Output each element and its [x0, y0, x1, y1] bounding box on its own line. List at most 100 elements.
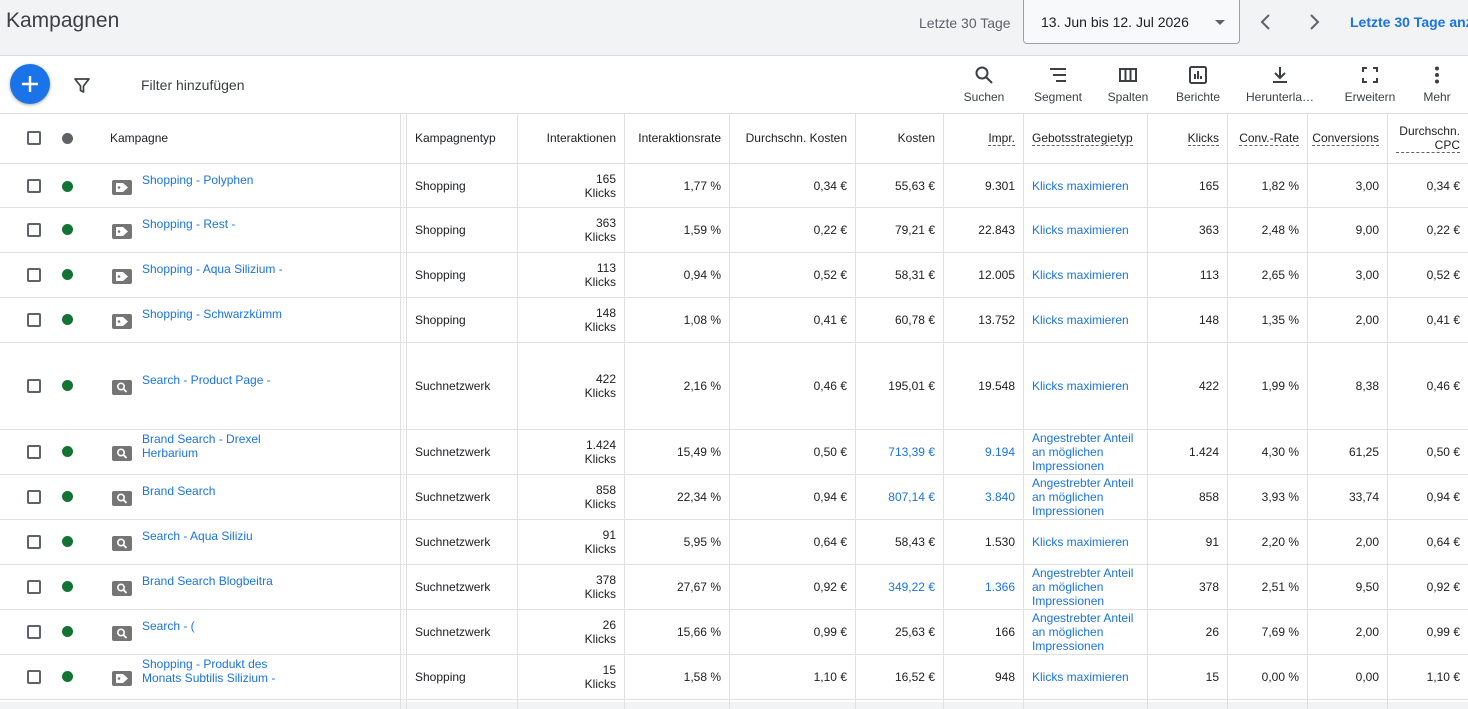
filter-icon[interactable]: [73, 76, 91, 94]
col-impressions[interactable]: Impr.: [944, 113, 1023, 163]
row-checkbox[interactable]: [27, 222, 41, 237]
col-interactions[interactable]: Interaktionen: [518, 113, 624, 163]
campaign-name-link[interactable]: Search - (: [142, 619, 282, 633]
next-period-button[interactable]: [1304, 12, 1324, 32]
bid-strategy-value[interactable]: Klicks maximieren: [1032, 179, 1129, 193]
col-cost[interactable]: Kosten: [856, 113, 943, 163]
row-checkbox[interactable]: [27, 669, 41, 684]
bid-strategy-value[interactable]: Angestrebter Anteil an möglichen Impress…: [1032, 566, 1139, 608]
date-range-picker[interactable]: 13. Jun bis 12. Jul 2026: [1023, 0, 1240, 44]
cell-bid-strategy[interactable]: Angestrebter Anteil an möglichen Impress…: [1024, 429, 1147, 474]
cell-impr[interactable]: 9.194: [944, 429, 1023, 474]
cell-bid-strategy[interactable]: Klicks maximieren: [1024, 252, 1147, 297]
col-avg-cpc[interactable]: Durchschn. CPC: [1388, 113, 1468, 163]
status-enabled-icon[interactable]: [62, 314, 73, 325]
cell-bid-strategy[interactable]: Angestrebter Anteil an möglichen Impress…: [1024, 609, 1147, 654]
cell-type: Suchnetzwerk: [407, 609, 517, 654]
cell-impr[interactable]: 1.366: [944, 564, 1023, 609]
cell-bid-strategy[interactable]: Klicks maximieren: [1024, 519, 1147, 564]
conversions-value: 9,50: [1355, 579, 1379, 594]
row-checkbox[interactable]: [27, 489, 41, 504]
cell-bid-strategy[interactable]: Klicks maximieren: [1024, 207, 1147, 252]
cell-conversions: 9,50: [1308, 564, 1387, 609]
status-enabled-icon[interactable]: [62, 581, 73, 592]
more-button[interactable]: Mehr: [1418, 65, 1456, 104]
status-enabled-icon[interactable]: [62, 446, 73, 457]
row-checkbox[interactable]: [27, 267, 41, 282]
campaign-name-link[interactable]: Shopping - Schwarzkümmelöl: [142, 307, 282, 321]
cell-bid-strategy[interactable]: Klicks maximieren: [1024, 165, 1147, 207]
expand-button[interactable]: Erweitern: [1340, 65, 1400, 104]
download-button[interactable]: Herunterla…: [1242, 65, 1318, 104]
bid-strategy-value[interactable]: Klicks maximieren: [1032, 313, 1129, 327]
col-clicks[interactable]: Klicks: [1148, 113, 1227, 163]
campaign-name-link[interactable]: Shopping - Produkt des Monats Subtilis S…: [142, 657, 282, 685]
bid-strategy-value[interactable]: Klicks maximieren: [1032, 535, 1129, 549]
bid-strategy-value[interactable]: Angestrebter Anteil an möglichen Impress…: [1032, 431, 1139, 473]
cell-bid-strategy[interactable]: Klicks maximieren: [1024, 654, 1147, 699]
previous-period-button[interactable]: [1256, 12, 1276, 32]
campaign-name-link[interactable]: Brand Search Blogbeitra: [142, 574, 282, 588]
campaign-name-link[interactable]: Shopping - Aqua Silizium -: [142, 262, 282, 276]
search-button[interactable]: Suchen: [960, 65, 1008, 104]
bid-strategy-value[interactable]: Klicks maximieren: [1032, 223, 1129, 237]
cell-bid-strategy[interactable]: Angestrebter Anteil an möglichen Impress…: [1024, 474, 1147, 519]
cell-bid-strategy[interactable]: Angestrebter Anteil an möglichen Impress…: [1024, 564, 1147, 609]
col-campaign[interactable]: Kampagne: [102, 113, 400, 163]
status-enabled-icon[interactable]: [62, 491, 73, 502]
add-campaign-button[interactable]: [10, 64, 50, 104]
cell-bid-strategy[interactable]: Klicks maximieren: [1024, 297, 1147, 342]
columns-button[interactable]: Spalten: [1104, 65, 1152, 104]
status-enabled-icon[interactable]: [62, 380, 73, 391]
col-interaction-rate[interactable]: Interaktionsrate: [625, 113, 729, 163]
cell-cost[interactable]: 713,39 €: [856, 429, 943, 474]
campaign-name-link[interactable]: Brand Search: [142, 484, 282, 498]
col-conv-rate[interactable]: Conv.-Rate: [1228, 113, 1307, 163]
campaign-name-link[interactable]: Brand Search - Drexel Herbarium: [142, 432, 282, 460]
col-avg-cost[interactable]: Durchschn. Kosten: [730, 113, 855, 163]
segment-button[interactable]: Segment: [1030, 65, 1086, 104]
campaign-name-link[interactable]: Shopping - Polyphen: [142, 173, 282, 187]
cell-interaction-rate: 5,95 %: [625, 519, 729, 564]
row-checkbox[interactable]: [27, 312, 41, 327]
campaign-name-link[interactable]: Shopping - Rest -: [142, 217, 282, 231]
row-checkbox[interactable]: [27, 579, 41, 594]
campaign-name-link[interactable]: Search - Product Page -: [142, 373, 282, 387]
cell-cost[interactable]: 807,14 €: [856, 474, 943, 519]
select-all-checkbox[interactable]: [27, 131, 41, 145]
row-checkbox[interactable]: [27, 179, 41, 193]
status-enabled-icon[interactable]: [62, 224, 73, 235]
row-checkbox[interactable]: [27, 534, 41, 549]
row-checkbox[interactable]: [27, 444, 41, 459]
clicks-value: 26: [1205, 624, 1219, 639]
col-type[interactable]: Kampagnentyp: [407, 113, 517, 163]
cell-impr[interactable]: 3.840: [944, 474, 1023, 519]
col-conversions[interactable]: Conversions: [1308, 113, 1387, 163]
status-enabled-icon[interactable]: [62, 671, 73, 682]
status-column-icon[interactable]: [62, 133, 73, 144]
status-enabled-icon[interactable]: [62, 536, 73, 547]
more-vert-icon: [1435, 66, 1439, 84]
status-enabled-icon[interactable]: [62, 180, 73, 192]
type-value: Suchnetzwerk: [415, 378, 491, 393]
bid-strategy-value[interactable]: Angestrebter Anteil an möglichen Impress…: [1032, 476, 1139, 518]
status-enabled-icon[interactable]: [62, 269, 73, 280]
bid-strategy-value[interactable]: Angestrebter Anteil an möglichen Impress…: [1032, 611, 1139, 653]
cell-interactions: 113 Klicks: [518, 252, 624, 297]
status-enabled-icon[interactable]: [62, 626, 73, 637]
bid-strategy-value[interactable]: Klicks maximieren: [1032, 379, 1129, 393]
campaign-name-link[interactable]: Search - Aqua Siliziu: [142, 529, 282, 543]
cell-cost[interactable]: 349,22 €: [856, 564, 943, 609]
column-divider: [624, 113, 625, 709]
cell-interaction-rate: 0,94 %: [625, 252, 729, 297]
bid-strategy-value[interactable]: Klicks maximieren: [1032, 670, 1129, 684]
add-filter-input[interactable]: Filter hinzufügen: [141, 77, 245, 93]
row-checkbox[interactable]: [27, 378, 41, 393]
cell-bid-strategy[interactable]: Klicks maximieren: [1024, 342, 1147, 429]
reports-button[interactable]: Berichte: [1172, 65, 1224, 104]
col-bid-strategy[interactable]: Gebotsstrategietyp: [1024, 113, 1147, 163]
row-checkbox[interactable]: [27, 624, 41, 639]
bid-strategy-value[interactable]: Klicks maximieren: [1032, 268, 1129, 282]
compare-period-link[interactable]: Letzte 30 Tage anz: [1350, 14, 1468, 30]
campaigns-panel: Filter hinzufügen Suchen Segment Spalten…: [0, 55, 1468, 709]
